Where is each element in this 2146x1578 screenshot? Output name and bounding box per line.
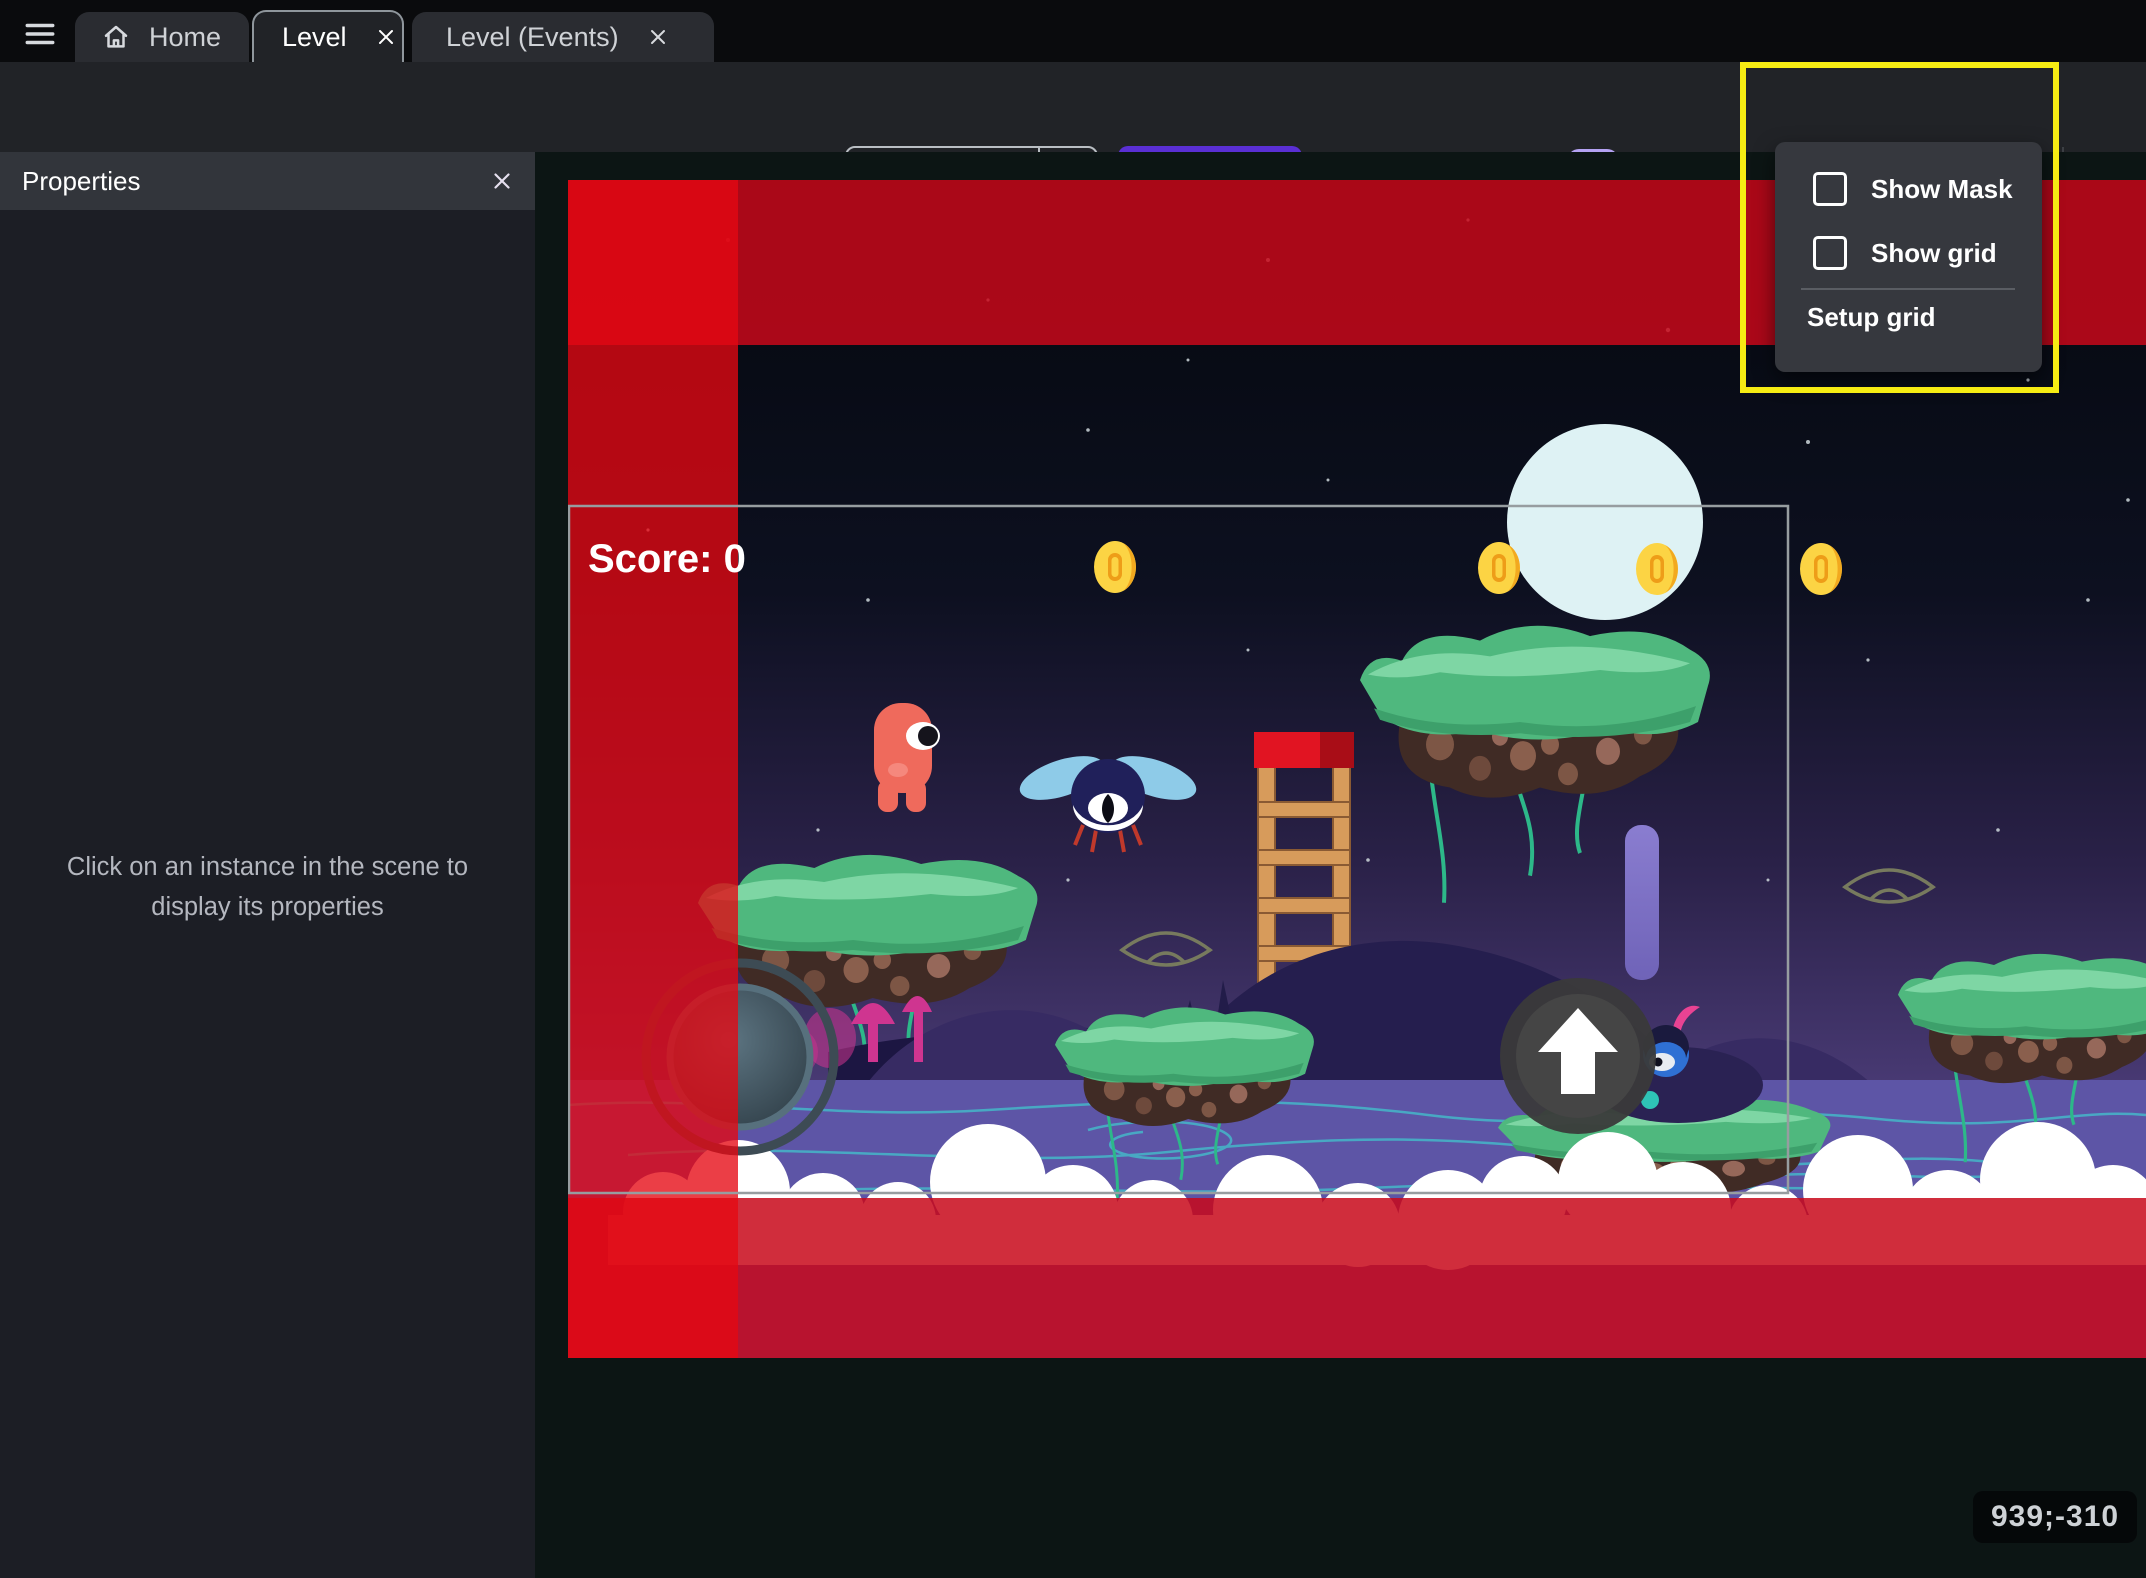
properties-panel-header: Properties	[0, 152, 535, 210]
cursor-coordinates-badge: 939;-310	[1973, 1491, 2137, 1543]
app-window: Home Level Level (Events) Preview	[0, 0, 2146, 1578]
show-grid-checkbox[interactable]	[1813, 236, 1847, 270]
red-zone-bottom[interactable]	[568, 1198, 2146, 1358]
show-grid-label: Show grid	[1871, 238, 1997, 269]
score-text: Score: 0	[588, 537, 746, 581]
tab-level-events-label: Level (Events)	[446, 22, 619, 53]
waterfall-decoration	[1625, 825, 1659, 980]
show-mask-option[interactable]: Show Mask	[1813, 172, 2013, 206]
menu-divider	[1801, 288, 2015, 290]
tab-home-label: Home	[149, 22, 221, 53]
show-mask-checkbox[interactable]	[1813, 172, 1847, 206]
moon-sprite[interactable]	[1507, 424, 1703, 620]
tab-level-active[interactable]: Level	[252, 10, 404, 62]
coin-sprite[interactable]	[1094, 541, 1136, 593]
main-menu-icon[interactable]	[20, 17, 64, 51]
show-mask-label: Show Mask	[1871, 174, 2013, 205]
grid-options-menu: Show Mask Show grid Setup grid	[1775, 142, 2042, 372]
tab-level-events-close-icon[interactable]	[645, 24, 671, 50]
properties-close-icon[interactable]	[487, 166, 517, 196]
jump-button-sprite[interactable]	[1500, 978, 1656, 1134]
properties-panel-title: Properties	[22, 166, 141, 197]
coin-sprite[interactable]	[1636, 543, 1678, 595]
setup-grid-option[interactable]: Setup grid	[1807, 302, 1936, 333]
show-grid-option[interactable]: Show grid	[1813, 236, 1997, 270]
toolbar: Preview Publish	[0, 62, 2146, 152]
red-zone-left[interactable]	[568, 180, 738, 1358]
tab-level-events[interactable]: Level (Events)	[412, 12, 714, 62]
home-icon	[101, 22, 131, 52]
tab-home[interactable]: Home	[75, 12, 249, 62]
properties-empty-hint: Click on an instance in the scene to dis…	[40, 848, 495, 927]
tab-level-label: Level	[282, 22, 347, 53]
properties-panel: Properties Click on an instance in the s…	[0, 152, 535, 1578]
tab-bar: Home Level Level (Events)	[0, 0, 2146, 62]
coin-sprite[interactable]	[1478, 542, 1520, 594]
tab-level-close-icon[interactable]	[373, 24, 399, 50]
coin-sprite[interactable]	[1800, 543, 1842, 595]
